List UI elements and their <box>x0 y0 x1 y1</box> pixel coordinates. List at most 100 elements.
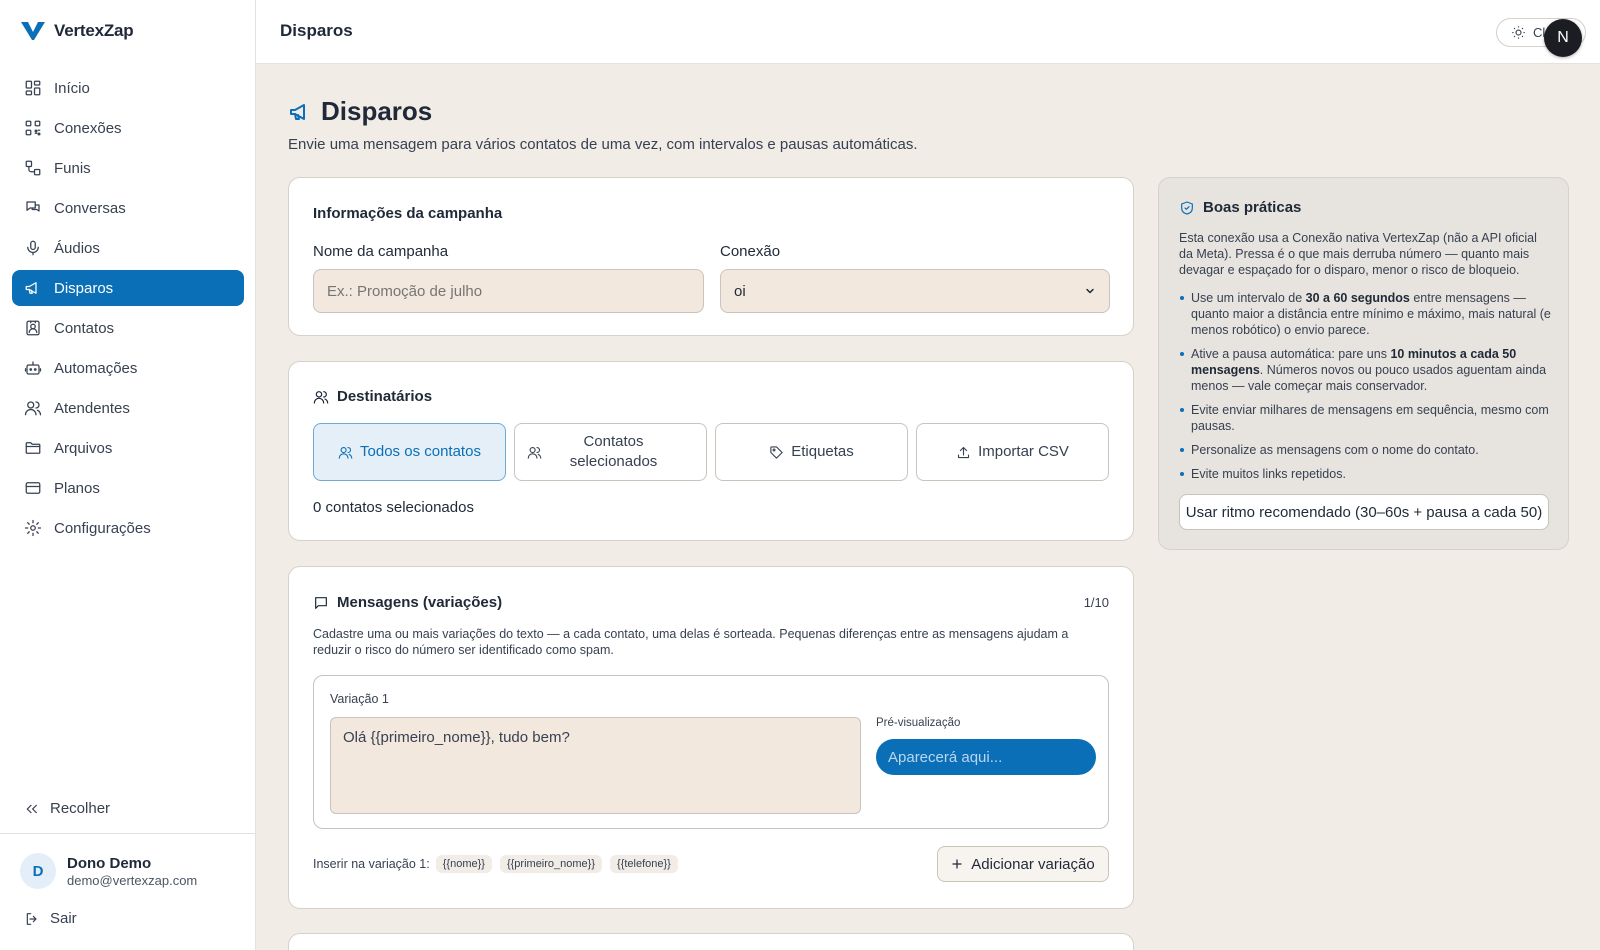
page-heading: Disparos Envie uma mensagem para vários … <box>288 96 917 153</box>
preview-bubble: Aparecerá aqui... <box>876 739 1096 775</box>
preview-label: Pré-visualização <box>876 717 961 729</box>
users-icon <box>24 401 42 416</box>
page-title: Disparos <box>288 96 917 127</box>
sidebar-item-inicio[interactable]: Início <box>12 70 244 106</box>
sidebar-item-label: Contatos <box>54 319 115 337</box>
card-title: Destinatários <box>313 388 432 405</box>
logout-label: Sair <box>50 910 77 927</box>
recipients-option-label: Contatos selecionados <box>569 433 658 470</box>
sidebar-item-planos[interactable]: Planos <box>12 470 244 506</box>
user-profile[interactable]: D Dono Demo demo@vertexzap.com <box>20 853 197 889</box>
card-title-text: Destinatários <box>337 388 433 405</box>
microphone-icon <box>27 240 39 256</box>
plus-icon <box>952 859 962 869</box>
sidebar-item-configuracoes[interactable]: Configurações <box>12 510 244 546</box>
insert-tokens-row: Inserir na variação 1: {{nome}} {{primei… <box>313 855 678 873</box>
recipients-option-label: Etiquetas <box>791 443 854 460</box>
use-recommended-pace-button[interactable]: Usar ritmo recomendado (30–60s + pausa a… <box>1179 494 1549 530</box>
variation-counter: 1/10 <box>1083 595 1109 610</box>
contact-card-icon <box>26 320 40 336</box>
card-title: Informações da campanha <box>313 205 503 222</box>
message-square-icon <box>315 596 327 609</box>
variation-textarea[interactable]: Olá {{primeiro_nome}}, tudo bem? <box>330 717 861 814</box>
connection-value: oi <box>734 282 746 300</box>
selected-count: 0 contatos selecionados <box>313 499 474 516</box>
token-chip-nome[interactable]: {{nome}} <box>435 855 492 873</box>
logout-button[interactable]: Sair <box>24 910 77 927</box>
sidebar-item-label: Automações <box>54 359 138 377</box>
tips-list: Use um intervalo de 30 a 60 segundos ent… <box>1179 290 1551 490</box>
variation-label: Variação 1 <box>330 692 389 706</box>
tips-title: Boas práticas <box>1179 199 1301 216</box>
user-name: Dono Demo <box>67 854 152 872</box>
sidebar-item-disparos[interactable]: Disparos <box>12 270 244 306</box>
top-bar: Disparos Cl N <box>256 0 1600 64</box>
sidebar-item-conexoes[interactable]: Conexões <box>12 110 244 146</box>
sidebar-item-arquivos[interactable]: Arquivos <box>12 430 244 466</box>
user-menu-avatar[interactable]: N <box>1544 19 1582 57</box>
avatar: D <box>20 853 56 889</box>
add-variation-button[interactable]: Adicionar variação <box>937 846 1109 882</box>
recipients-tags-button[interactable]: Etiquetas <box>715 423 908 481</box>
list-item: Evite muitos links repetidos. <box>1179 466 1551 482</box>
shield-check-icon <box>1181 200 1193 215</box>
insert-label: Inserir na variação 1: <box>313 857 430 871</box>
recipients-option-label: Importar CSV <box>978 443 1069 460</box>
campaign-name-input[interactable] <box>313 269 704 313</box>
sidebar-item-label: Configurações <box>54 519 151 537</box>
upload-icon <box>958 446 970 458</box>
gear-icon <box>24 519 42 537</box>
messages-description: Cadastre uma ou mais variações do texto … <box>313 627 1069 657</box>
vertexzap-logo-icon <box>21 22 45 40</box>
connection-label: Conexão <box>720 243 781 260</box>
megaphone-icon <box>290 103 305 120</box>
chat-icon <box>26 201 40 212</box>
campaign-info-card: Informações da campanha Nome da campanha… <box>288 177 1134 336</box>
card-title: Mensagens (variações) <box>313 594 502 611</box>
sidebar-nav: Início Conexões Funis Conversas Áudios D… <box>12 70 244 550</box>
collapse-sidebar-button[interactable]: Recolher <box>24 800 110 817</box>
connection-select[interactable]: oi <box>720 269 1110 313</box>
sidebar-item-label: Atendentes <box>54 399 130 417</box>
user-email: demo@vertexzap.com <box>67 872 198 888</box>
recipients-card: Destinatários Todos os contatos Contatos… <box>288 361 1134 541</box>
sidebar-item-automacoes[interactable]: Automações <box>12 350 244 386</box>
chevrons-left-icon <box>26 804 38 813</box>
page-title-text: Disparos <box>321 96 433 126</box>
token-chip-primeiro-nome[interactable]: {{primeiro_nome}} <box>499 855 603 873</box>
add-variation-label: Adicionar variação <box>971 855 1095 873</box>
sidebar-item-funis[interactable]: Funis <box>12 150 244 186</box>
recipients-all-button[interactable]: Todos os contatos <box>313 423 506 481</box>
next-card <box>288 933 1134 950</box>
sun-icon <box>1512 26 1525 39</box>
recipients-import-csv-button[interactable]: Importar CSV <box>916 423 1109 481</box>
variation-editor: Variação 1 Olá {{primeiro_nome}}, tudo b… <box>313 675 1109 829</box>
sidebar-item-atendentes[interactable]: Atendentes <box>12 390 244 426</box>
sidebar-divider <box>0 833 256 834</box>
token-chip-telefone[interactable]: {{telefone}} <box>610 855 678 873</box>
sidebar-item-audios[interactable]: Áudios <box>12 230 244 266</box>
sidebar-item-label: Início <box>54 79 90 97</box>
folder-icon <box>25 442 41 454</box>
list-item: Personalize as mensagens com o nome do c… <box>1179 442 1551 458</box>
sidebar-item-label: Funis <box>54 159 91 177</box>
sidebar-item-label: Conversas <box>54 199 126 217</box>
chevron-down-icon <box>1086 288 1094 294</box>
users-icon <box>313 390 329 404</box>
qrcode-icon <box>25 120 41 136</box>
sidebar-item-label: Planos <box>54 479 100 497</box>
sidebar-item-contatos[interactable]: Contatos <box>12 310 244 346</box>
header-title: Disparos <box>280 21 353 40</box>
sidebar-item-label: Conexões <box>54 119 122 137</box>
messages-card: Mensagens (variações) 1/10 Cadastre uma … <box>288 566 1134 909</box>
brand[interactable]: VertexZap <box>20 20 134 42</box>
sidebar-item-conversas[interactable]: Conversas <box>12 190 244 226</box>
sidebar-item-label: Áudios <box>54 239 100 257</box>
recipients-selected-button[interactable]: Contatos selecionados <box>514 423 707 481</box>
sidebar-item-label: Disparos <box>54 279 114 297</box>
dashboard-icon <box>25 80 41 96</box>
bot-icon <box>24 361 42 375</box>
sidebar: VertexZap Início Conexões Funis Conversa… <box>0 0 256 950</box>
list-item: Ative a pausa automática: pare uns 10 mi… <box>1179 346 1551 394</box>
list-item: Use um intervalo de 30 a 60 segundos ent… <box>1179 290 1551 338</box>
